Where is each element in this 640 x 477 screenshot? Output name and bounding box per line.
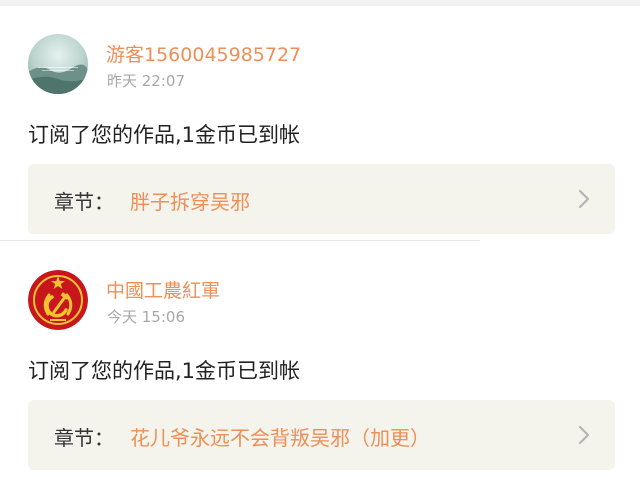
username[interactable]: 中國工農紅軍	[106, 276, 220, 303]
username[interactable]: 游客1560045985727	[106, 40, 301, 67]
chapter-link-card[interactable]: 章节： 花儿爷永远不会背叛吴邪（加更）	[28, 400, 615, 470]
user-avatar[interactable]	[28, 270, 88, 330]
notification-message: 订阅了您的作品,1金币已到帐	[28, 359, 301, 383]
chapter-link-card[interactable]: 章节： 胖子拆穿吴邪	[28, 164, 615, 234]
chapter-label: 章节：	[54, 190, 114, 214]
notification-item: 游客1560045985727 昨天 22:07 订阅了您的作品,1金币已到帐 …	[0, 6, 640, 241]
hammer-sickle-emblem-icon	[28, 270, 88, 330]
chapter-title: 胖子拆穿吴邪	[130, 190, 250, 214]
user-avatar[interactable]	[28, 34, 88, 94]
chevron-right-icon	[578, 189, 590, 209]
chevron-right-icon	[578, 425, 590, 445]
timestamp: 今天 15:06	[107, 308, 185, 326]
notification-message: 订阅了您的作品,1金币已到帐	[28, 123, 301, 147]
chapter-title: 花儿爷永远不会背叛吴邪（加更）	[130, 426, 430, 450]
notification-item: 中國工農紅軍 今天 15:06 订阅了您的作品,1金币已到帐 章节： 花儿爷永远…	[0, 242, 640, 477]
chapter-label: 章节：	[54, 426, 114, 450]
timestamp: 昨天 22:07	[107, 72, 185, 90]
landscape-avatar-icon	[28, 34, 88, 94]
divider	[0, 240, 480, 241]
